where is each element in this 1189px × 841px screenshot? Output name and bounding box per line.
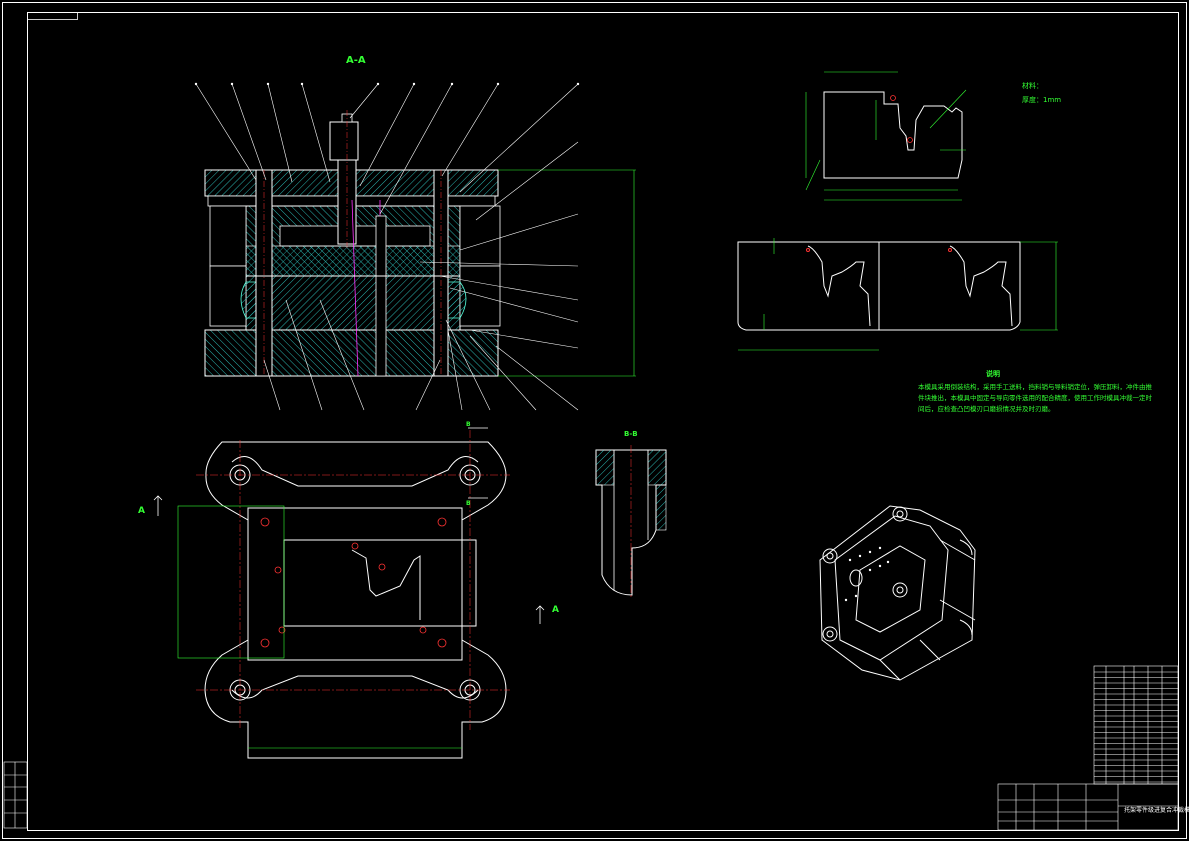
outer-border bbox=[2, 2, 1187, 839]
notes-body: 本模具采用倒装结构，采用手工送料，挡料销与导料销定位，弹压卸料，冲件由推件块推出… bbox=[918, 383, 1152, 413]
inner-border bbox=[27, 12, 1179, 831]
section-view-bb bbox=[595, 445, 667, 598]
part-drawing bbox=[805, 71, 967, 201]
isometric-view bbox=[819, 505, 976, 681]
top-left-tag bbox=[27, 12, 78, 20]
section-view-aa bbox=[194, 82, 636, 411]
drawing-sheet: 托架零件级进复合冲裁模 A-A B-B A A B B 材料： 厚度：1mm 说… bbox=[2, 2, 1189, 839]
plan-view bbox=[153, 427, 545, 759]
material-line: 材料： bbox=[1022, 81, 1043, 90]
left-stamp-block bbox=[3, 761, 28, 829]
parts-list bbox=[1093, 665, 1179, 785]
drawing-title: 托架零件级进复合冲裁模 bbox=[1124, 806, 1189, 814]
cut-label-b-top: B bbox=[466, 421, 471, 428]
strip-layout bbox=[737, 238, 1058, 351]
thickness-line: 厚度：1mm bbox=[1022, 95, 1061, 104]
cut-label-b-bottom: B bbox=[466, 500, 471, 507]
notes-title: 说明 bbox=[986, 369, 1000, 378]
cut-label-a-right: A bbox=[552, 605, 559, 615]
section-label-aa: A-A bbox=[346, 55, 366, 66]
section-label-bb: B-B bbox=[624, 430, 638, 438]
cut-label-a-left: A bbox=[138, 506, 145, 516]
